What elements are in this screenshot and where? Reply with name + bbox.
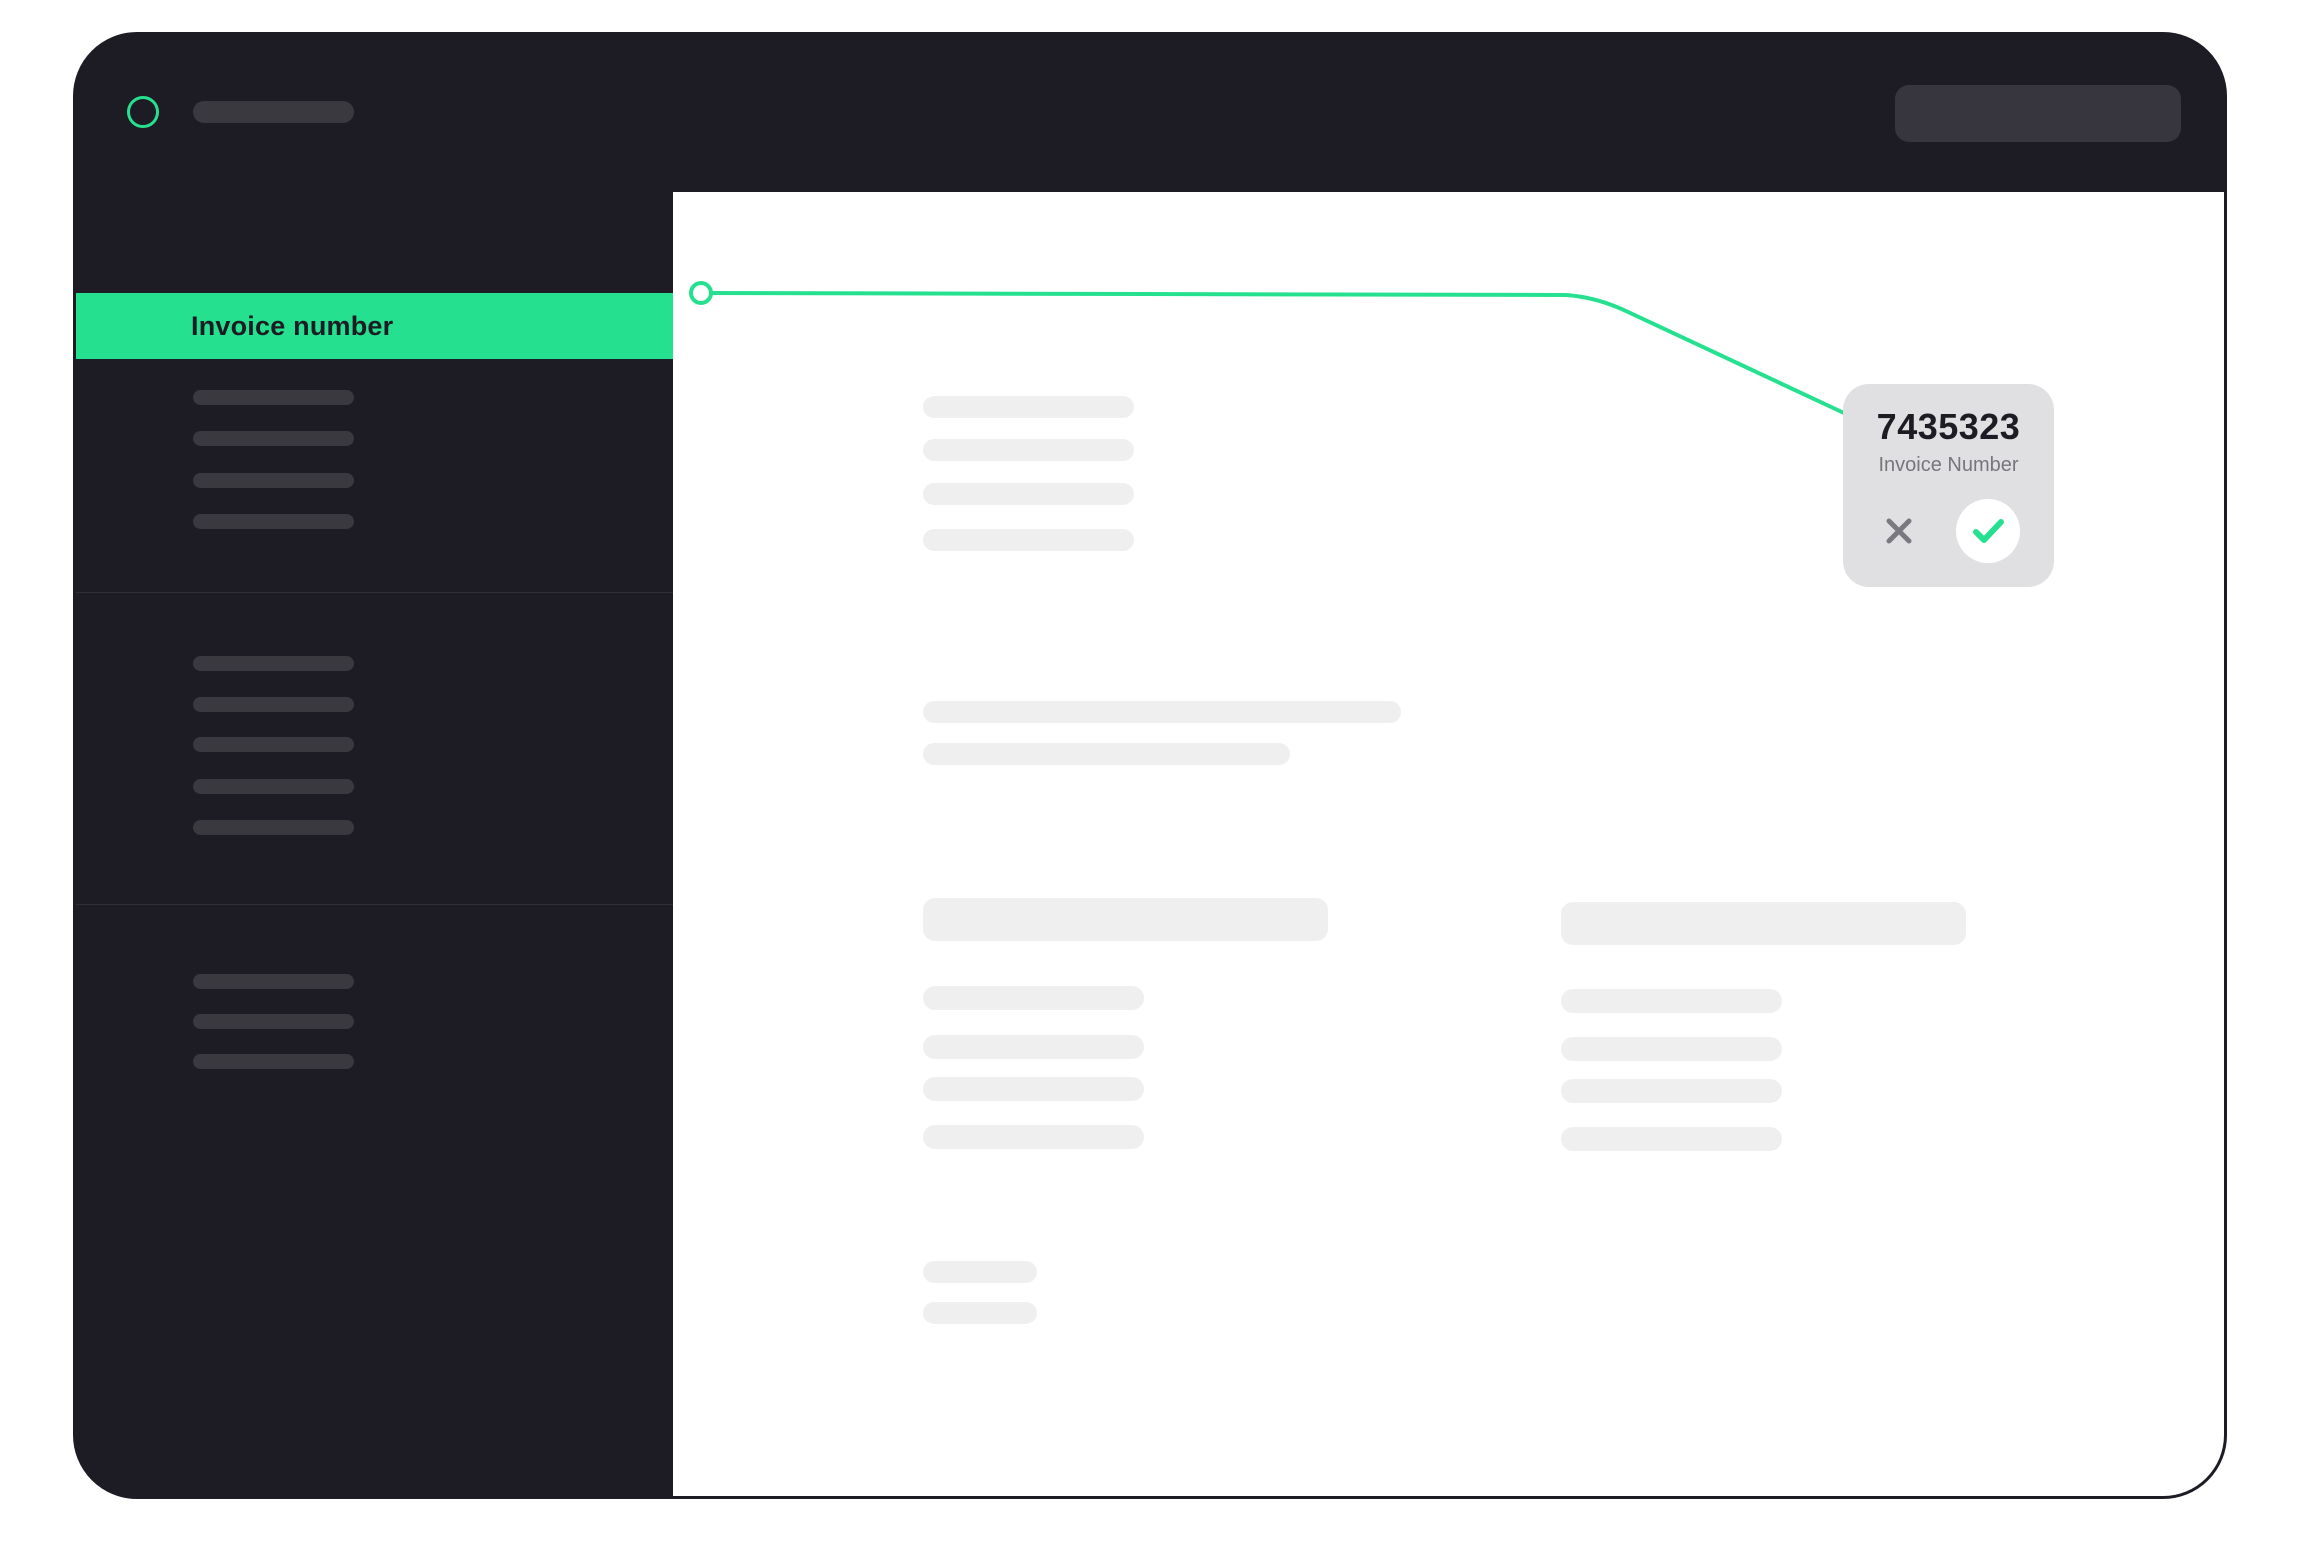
sidebar-divider [76, 592, 673, 593]
sidebar-item-placeholder[interactable] [193, 656, 354, 671]
sidebar-item-placeholder[interactable] [193, 390, 354, 405]
sidebar-item-label: Invoice number [191, 310, 394, 341]
text-placeholder [923, 701, 1401, 723]
sidebar-item-placeholder[interactable] [193, 473, 354, 488]
heading-placeholder [923, 898, 1328, 941]
app-title-placeholder [193, 101, 354, 123]
top-action-button[interactable] [1895, 85, 2181, 142]
sidebar-item-placeholder[interactable] [193, 697, 354, 712]
close-icon [1886, 518, 1912, 544]
text-placeholder [923, 743, 1290, 765]
text-placeholder [923, 1077, 1144, 1101]
text-placeholder [923, 1261, 1037, 1283]
text-placeholder [923, 986, 1144, 1010]
sidebar-item-placeholder[interactable] [193, 514, 354, 529]
popup-actions [1843, 499, 2054, 563]
sidebar-item-invoice-number[interactable]: Invoice number [76, 293, 673, 359]
text-placeholder [1561, 1127, 1782, 1151]
text-placeholder [923, 1035, 1144, 1059]
top-bar [76, 35, 2224, 193]
extraction-popup: 7435323 Invoice Number [1843, 384, 2054, 587]
sidebar-divider [76, 904, 673, 905]
sidebar-item-placeholder[interactable] [193, 737, 354, 752]
sidebar-item-placeholder[interactable] [193, 431, 354, 446]
text-placeholder [1561, 1037, 1782, 1061]
check-icon [1973, 519, 2004, 543]
sidebar-item-placeholder[interactable] [193, 1014, 354, 1029]
text-placeholder [1561, 1079, 1782, 1103]
text-placeholder [923, 483, 1134, 505]
text-placeholder [923, 1125, 1144, 1149]
sidebar-item-placeholder[interactable] [193, 1054, 354, 1069]
text-placeholder [1561, 989, 1782, 1013]
extracted-field-label: Invoice Number [1878, 454, 2019, 476]
reject-button[interactable] [1883, 515, 1915, 547]
app-window: Invoice number 7435323 Invoice Number [73, 32, 2227, 1499]
extracted-value: 7435323 [1876, 406, 2021, 447]
accept-button[interactable] [1956, 499, 2020, 563]
sidebar-item-placeholder[interactable] [193, 974, 354, 989]
sidebar: Invoice number [76, 192, 673, 1496]
text-placeholder [923, 396, 1134, 418]
text-placeholder [923, 1302, 1037, 1324]
sidebar-item-placeholder[interactable] [193, 779, 354, 794]
text-placeholder [923, 529, 1134, 551]
heading-placeholder [1561, 902, 1966, 945]
logo-icon [127, 96, 159, 128]
sidebar-item-placeholder[interactable] [193, 820, 354, 835]
text-placeholder [923, 439, 1134, 461]
